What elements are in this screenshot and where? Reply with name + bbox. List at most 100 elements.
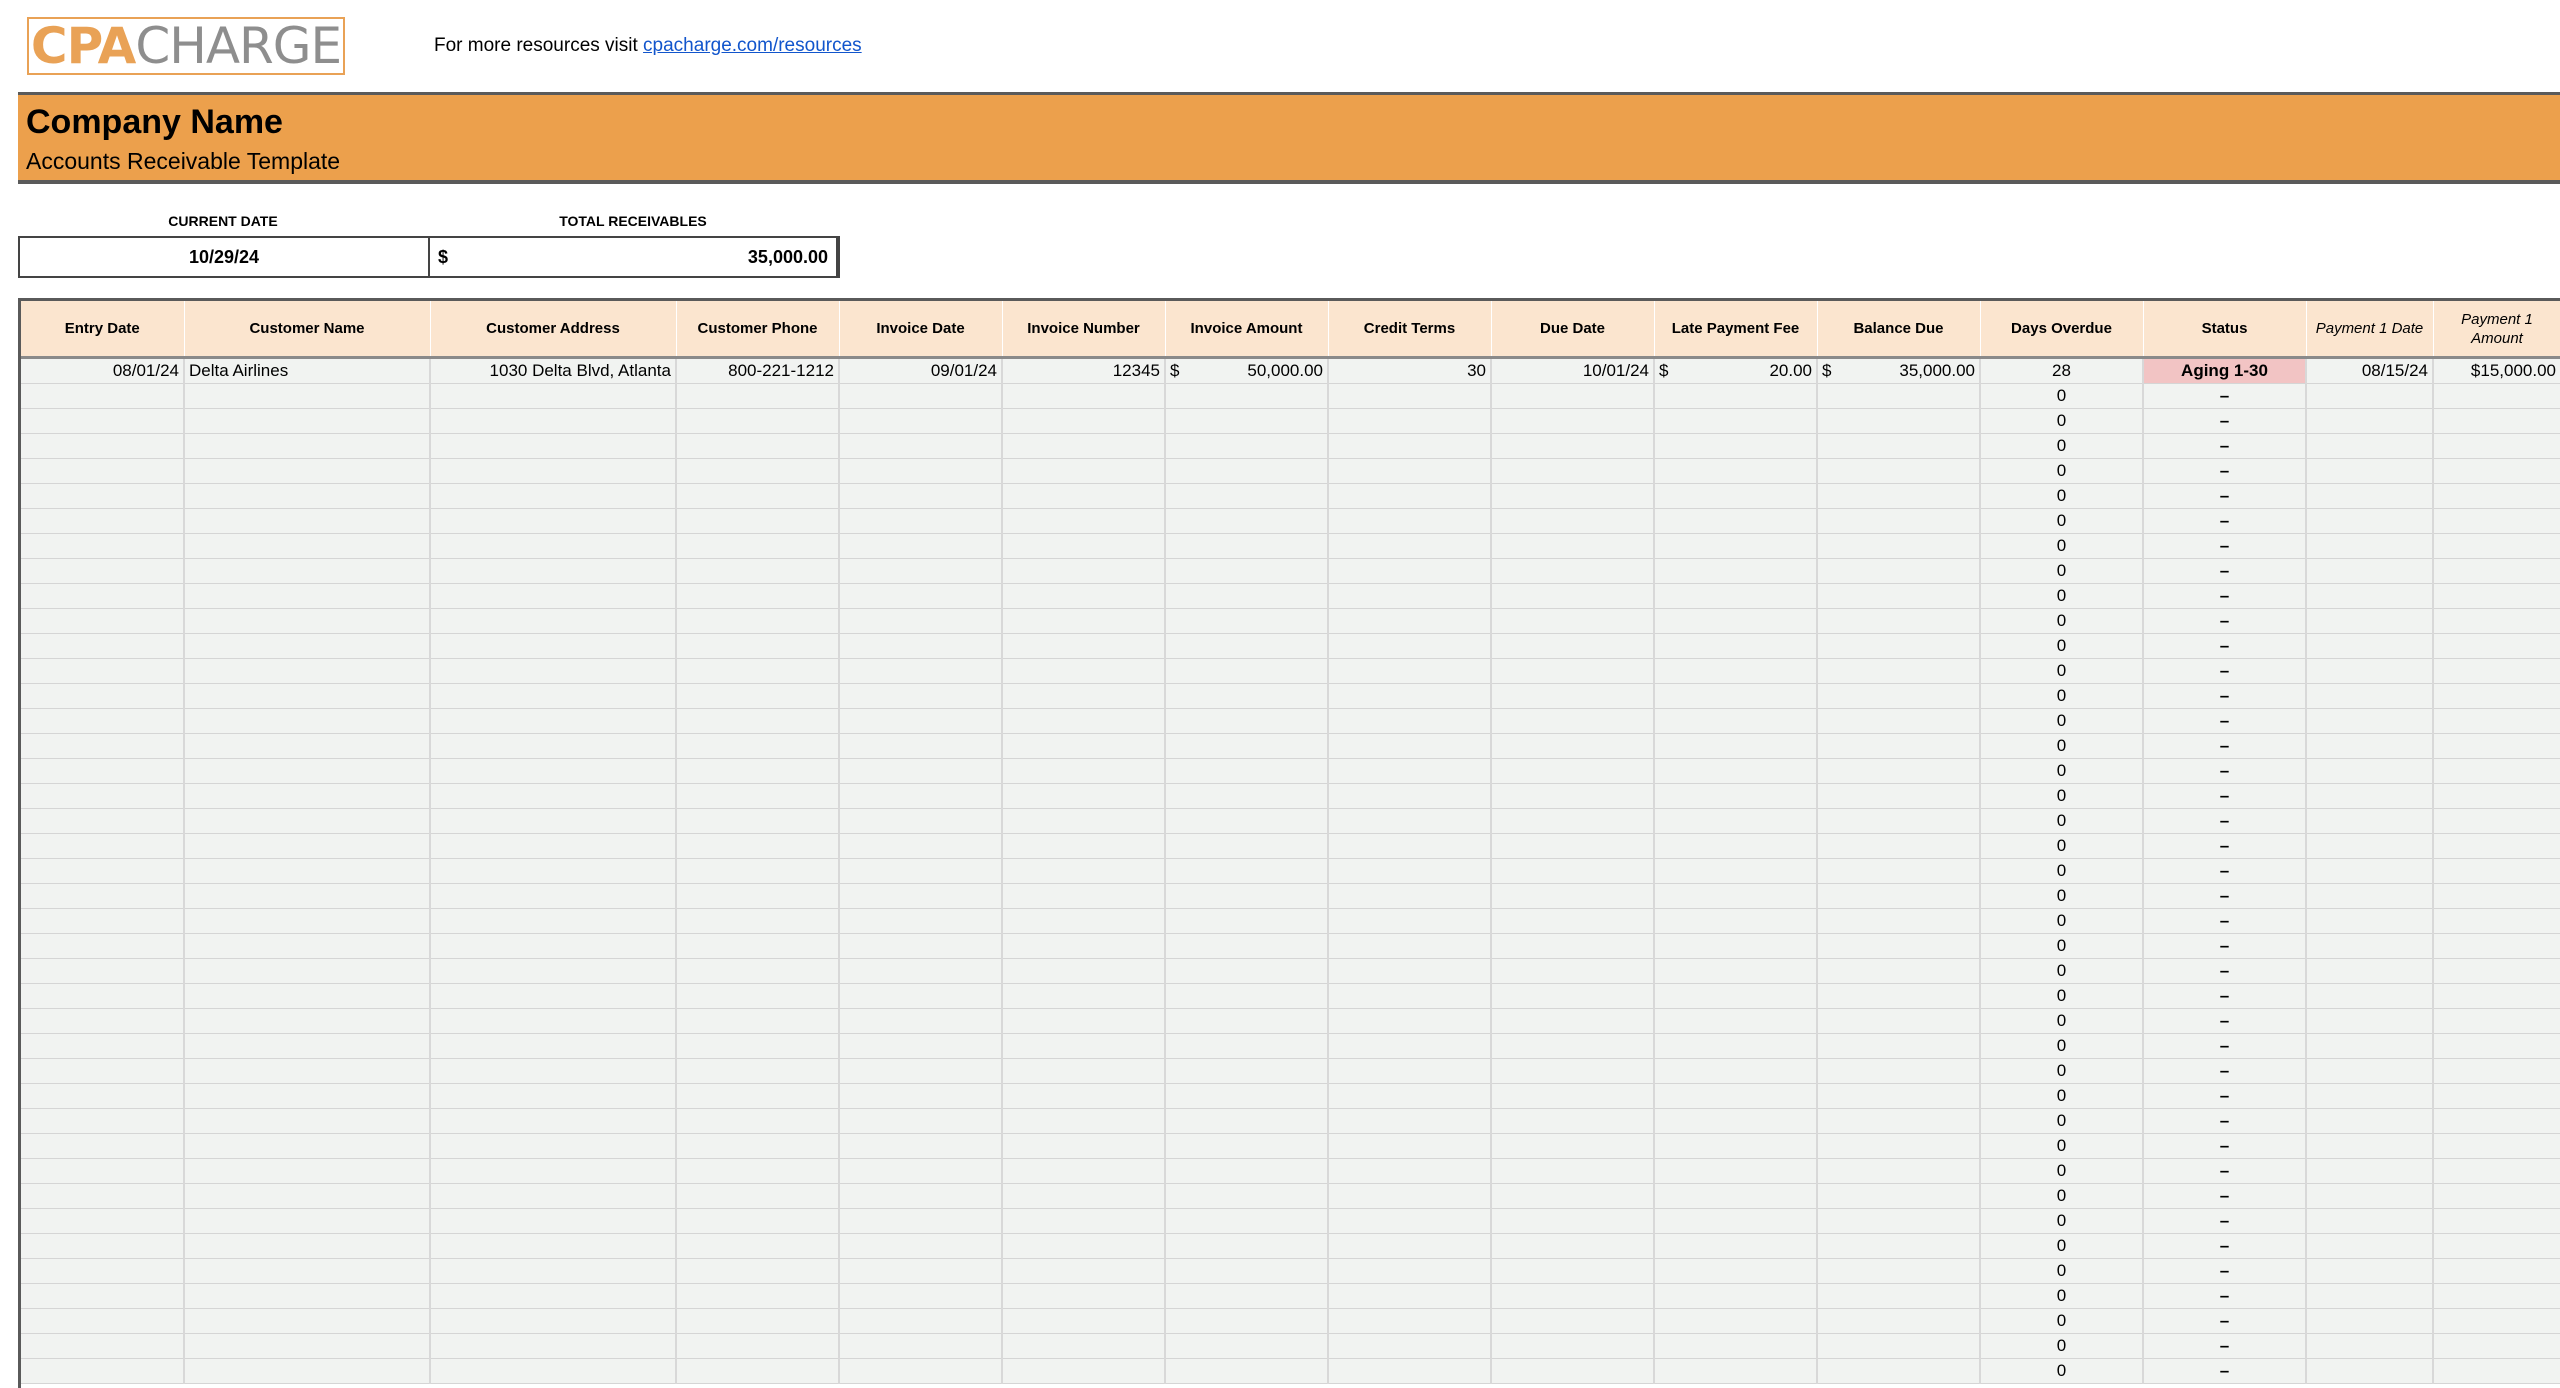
cell-days-overdue[interactable]: 0 [1980, 958, 2144, 984]
empty-cell[interactable] [2306, 558, 2434, 584]
empty-cell[interactable] [839, 1033, 1003, 1059]
empty-cell[interactable] [1654, 733, 1818, 759]
empty-cell[interactable] [1491, 1333, 1655, 1359]
empty-cell[interactable] [184, 1208, 431, 1234]
empty-cell[interactable] [2433, 683, 2560, 709]
empty-cell[interactable] [184, 1008, 431, 1034]
empty-cell[interactable] [1328, 483, 1492, 509]
empty-cell[interactable] [184, 608, 431, 634]
empty-cell[interactable] [839, 1158, 1003, 1184]
empty-cell[interactable] [1817, 1308, 1981, 1334]
empty-cell[interactable] [1817, 708, 1981, 734]
empty-cell[interactable] [1491, 508, 1655, 534]
empty-cell[interactable] [1491, 733, 1655, 759]
empty-cell[interactable] [184, 1358, 431, 1384]
empty-cell[interactable] [1165, 1008, 1329, 1034]
empty-cell[interactable] [1328, 508, 1492, 534]
empty-cell[interactable] [184, 1333, 431, 1359]
empty-cell[interactable] [839, 758, 1003, 784]
empty-cell[interactable] [1817, 458, 1981, 484]
cell-days-overdue[interactable]: 0 [1980, 1258, 2144, 1284]
empty-cell[interactable] [1817, 383, 1981, 409]
header-customer-name[interactable]: Customer Name [184, 301, 431, 359]
empty-cell[interactable] [839, 508, 1003, 534]
empty-cell[interactable] [676, 608, 840, 634]
empty-cell[interactable] [21, 508, 185, 534]
empty-cell[interactable] [1165, 508, 1329, 534]
empty-cell[interactable] [839, 858, 1003, 884]
empty-cell[interactable] [430, 1008, 677, 1034]
empty-cell[interactable] [1491, 683, 1655, 709]
empty-cell[interactable] [1654, 533, 1818, 559]
empty-cell[interactable] [1654, 708, 1818, 734]
empty-cell[interactable] [1491, 483, 1655, 509]
empty-cell[interactable] [2433, 458, 2560, 484]
empty-cell[interactable] [184, 533, 431, 559]
cell-status[interactable]: – [2143, 1008, 2307, 1034]
empty-cell[interactable] [1491, 1233, 1655, 1259]
empty-cell[interactable] [430, 658, 677, 684]
empty-cell[interactable] [1654, 458, 1818, 484]
empty-cell[interactable] [839, 783, 1003, 809]
empty-cell[interactable] [2306, 883, 2434, 909]
empty-cell[interactable] [1328, 433, 1492, 459]
empty-cell[interactable] [184, 633, 431, 659]
empty-cell[interactable] [2433, 1183, 2560, 1209]
empty-cell[interactable] [430, 908, 677, 934]
empty-cell[interactable] [839, 1133, 1003, 1159]
empty-cell[interactable] [1817, 658, 1981, 684]
cell-status[interactable]: – [2143, 533, 2307, 559]
cell-status[interactable]: – [2143, 883, 2307, 909]
empty-cell[interactable] [1491, 883, 1655, 909]
empty-cell[interactable] [21, 783, 185, 809]
empty-cell[interactable] [1002, 483, 1166, 509]
empty-cell[interactable] [21, 933, 185, 959]
cell-days-overdue[interactable]: 0 [1980, 1133, 2144, 1159]
cell-days-overdue[interactable]: 0 [1980, 1283, 2144, 1309]
empty-cell[interactable] [1491, 1058, 1655, 1084]
empty-cell[interactable] [184, 1308, 431, 1334]
empty-cell[interactable] [1817, 1108, 1981, 1134]
empty-cell[interactable] [1654, 758, 1818, 784]
empty-cell[interactable] [1654, 483, 1818, 509]
empty-cell[interactable] [430, 983, 677, 1009]
empty-cell[interactable] [2306, 1033, 2434, 1059]
empty-cell[interactable] [1654, 833, 1818, 859]
empty-cell[interactable] [1817, 1133, 1981, 1159]
empty-cell[interactable] [839, 1333, 1003, 1359]
empty-cell[interactable] [1002, 783, 1166, 809]
empty-cell[interactable] [1165, 1083, 1329, 1109]
empty-cell[interactable] [184, 433, 431, 459]
empty-cell[interactable] [184, 683, 431, 709]
empty-cell[interactable] [839, 708, 1003, 734]
empty-cell[interactable] [1654, 633, 1818, 659]
empty-cell[interactable] [1328, 558, 1492, 584]
header-balance-due[interactable]: Balance Due [1817, 301, 1981, 359]
empty-cell[interactable] [1654, 858, 1818, 884]
empty-cell[interactable] [1491, 1308, 1655, 1334]
empty-cell[interactable] [21, 533, 185, 559]
empty-cell[interactable] [430, 1233, 677, 1259]
empty-cell[interactable] [1002, 808, 1166, 834]
empty-cell[interactable] [21, 958, 185, 984]
empty-cell[interactable] [1491, 708, 1655, 734]
empty-cell[interactable] [1491, 1358, 1655, 1384]
empty-cell[interactable] [1654, 583, 1818, 609]
empty-cell[interactable] [2306, 433, 2434, 459]
current-date-cell[interactable]: 10/29/24 [20, 238, 430, 276]
empty-cell[interactable] [184, 1233, 431, 1259]
empty-cell[interactable] [839, 1283, 1003, 1309]
empty-cell[interactable] [839, 1008, 1003, 1034]
empty-cell[interactable] [430, 933, 677, 959]
empty-cell[interactable] [1165, 1308, 1329, 1334]
empty-cell[interactable] [1002, 858, 1166, 884]
empty-cell[interactable] [21, 1108, 185, 1134]
empty-cell[interactable] [430, 1058, 677, 1084]
empty-cell[interactable] [1165, 483, 1329, 509]
empty-cell[interactable] [21, 1133, 185, 1159]
empty-cell[interactable] [1328, 1008, 1492, 1034]
cell-status[interactable]: – [2143, 1033, 2307, 1059]
empty-cell[interactable] [430, 1308, 677, 1334]
empty-cell[interactable] [676, 908, 840, 934]
empty-cell[interactable] [676, 633, 840, 659]
